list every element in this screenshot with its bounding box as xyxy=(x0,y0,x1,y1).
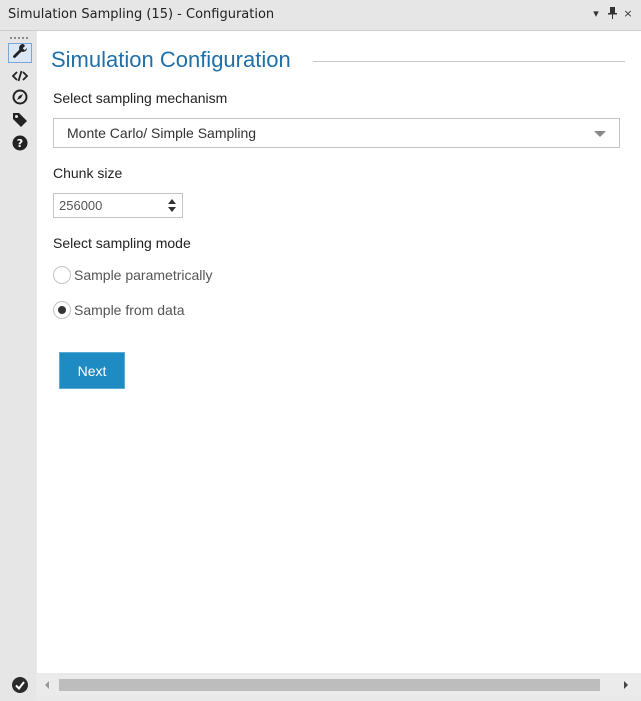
chunk-size-label: Chunk size xyxy=(53,165,123,181)
radio-sample-from-data[interactable]: Sample from data xyxy=(53,299,185,321)
arrow-down-icon[interactable] xyxy=(168,207,176,212)
sampling-mechanism-value: Monte Carlo/ Simple Sampling xyxy=(67,125,257,141)
horizontal-scrollbar[interactable] xyxy=(37,675,641,695)
status-ok-icon xyxy=(12,677,28,693)
sampling-mode-label: Select sampling mode xyxy=(53,235,191,251)
scroll-left-icon[interactable] xyxy=(45,681,49,689)
radio-button[interactable] xyxy=(53,266,71,284)
window-title: Simulation Sampling (15) - Configuration xyxy=(8,7,275,22)
sidebar-item-tags[interactable] xyxy=(8,112,32,132)
radio-button[interactable] xyxy=(53,301,71,319)
radio-label: Sample parametrically xyxy=(74,267,213,283)
sidebar-item-meta[interactable] xyxy=(8,89,32,109)
compass-icon xyxy=(12,89,28,109)
tag-icon xyxy=(12,112,28,132)
sampling-mechanism-select[interactable]: Monte Carlo/ Simple Sampling xyxy=(53,118,620,148)
chunk-size-value: 256000 xyxy=(59,198,103,213)
sidebar-item-annotation[interactable] xyxy=(8,66,32,86)
chunk-size-stepper[interactable]: 256000 xyxy=(53,193,183,218)
radio-sample-parametrically[interactable]: Sample parametrically xyxy=(53,264,213,286)
scrollbar-thumb[interactable] xyxy=(59,679,600,691)
scroll-right-icon[interactable] xyxy=(624,681,628,689)
heading-divider xyxy=(313,61,625,62)
sidebar-item-help[interactable]: ? xyxy=(8,135,32,155)
sidebar: ? xyxy=(0,31,36,701)
grip-handle[interactable] xyxy=(10,37,28,41)
page-title: Simulation Configuration xyxy=(51,47,291,72)
dropdown-arrow-icon[interactable]: ▾ xyxy=(591,7,601,22)
wrench-icon xyxy=(12,43,28,63)
pin-icon[interactable] xyxy=(607,7,617,22)
close-button[interactable]: × xyxy=(623,7,633,22)
sidebar-item-configuration[interactable] xyxy=(8,43,32,63)
mechanism-label: Select sampling mechanism xyxy=(53,90,228,106)
radio-label: Sample from data xyxy=(74,302,185,318)
svg-text:?: ? xyxy=(17,137,23,150)
title-bar: Simulation Sampling (15) - Configuration… xyxy=(0,0,641,31)
configuration-panel: Simulation Configuration Select sampling… xyxy=(37,31,641,673)
help-icon: ? xyxy=(12,135,28,155)
arrow-up-icon[interactable] xyxy=(168,199,176,204)
next-button[interactable]: Next xyxy=(59,352,125,389)
code-icon xyxy=(11,67,29,86)
window-controls: ▾ × xyxy=(591,7,633,22)
chevron-down-icon xyxy=(594,131,606,137)
stepper-arrows[interactable] xyxy=(167,197,177,214)
